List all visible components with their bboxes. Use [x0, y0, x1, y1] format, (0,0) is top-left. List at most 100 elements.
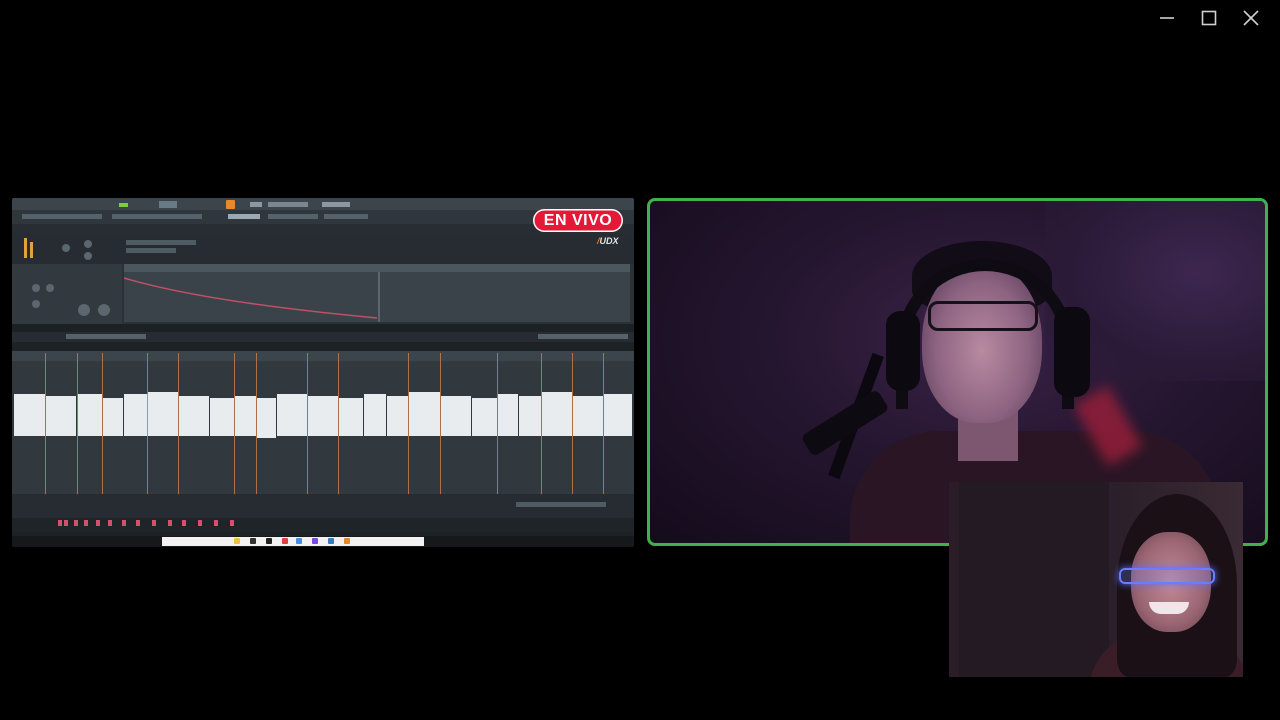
audio-clip — [179, 396, 209, 436]
daw-knob — [62, 244, 70, 252]
clip-boundary — [102, 353, 103, 494]
clip-boundary — [147, 353, 148, 494]
taskbar-search-box[interactable] — [162, 537, 424, 546]
minimize-button[interactable] — [1146, 6, 1188, 30]
audio-clip — [124, 394, 148, 436]
taskbar-app-icon[interactable] — [296, 538, 302, 544]
daw-toolbar-group — [22, 214, 102, 219]
headphone-cup-right — [1054, 307, 1090, 397]
audio-clip — [14, 394, 45, 436]
daw-meter — [30, 242, 33, 258]
daw-status-area — [12, 494, 634, 518]
daw-tempo-display — [159, 201, 177, 208]
audio-clip — [277, 394, 307, 436]
sequencer-step — [74, 520, 78, 526]
clip-boundary — [572, 353, 573, 494]
audio-clip — [472, 398, 497, 436]
daw-automation-graph — [123, 272, 630, 322]
maximize-icon — [1201, 10, 1217, 26]
taskbar-app-icon[interactable] — [234, 538, 240, 544]
audio-clip — [364, 394, 386, 436]
daw-toolbar-group — [66, 334, 146, 339]
clip-boundary — [497, 353, 498, 494]
daw-control — [322, 202, 350, 207]
daw-channel-panel — [12, 234, 634, 264]
daw-toolbar-group — [324, 214, 368, 219]
audio-clip — [409, 392, 440, 436]
window-controls — [1146, 6, 1272, 30]
clip-boundary — [307, 353, 308, 494]
participant-video-pip[interactable] — [949, 482, 1243, 677]
audio-clip — [257, 398, 276, 438]
daw-meter — [24, 238, 27, 258]
taskbar-app-icon[interactable] — [282, 538, 288, 544]
background-door — [959, 482, 1109, 677]
sequencer-step — [84, 520, 88, 526]
clip-boundary — [178, 353, 179, 494]
daw-menubar — [12, 198, 634, 210]
sequencer-step — [198, 520, 202, 526]
automation-curve — [123, 272, 380, 322]
daw-knob — [84, 252, 92, 260]
audio-clip — [604, 394, 632, 436]
daw-automation-panel — [12, 264, 634, 324]
daw-control — [250, 202, 262, 207]
clip-boundary — [440, 353, 441, 494]
close-button[interactable] — [1230, 6, 1272, 30]
sequencer-step — [168, 520, 172, 526]
taskbar-app-icon[interactable] — [328, 538, 334, 544]
daw-plugin-strip — [126, 240, 196, 245]
taskbar-app-icon[interactable] — [312, 538, 318, 544]
daw-knob — [32, 300, 40, 308]
daw-slider — [268, 202, 308, 207]
screen-share-tile[interactable]: EN VIVO /UDX — [12, 198, 634, 547]
daw-knob — [32, 284, 40, 292]
desktop-taskbar — [12, 536, 634, 547]
clip-boundary — [408, 353, 409, 494]
glasses — [1119, 568, 1215, 584]
sequencer-step — [214, 520, 218, 526]
sequencer-step — [122, 520, 126, 526]
audio-clip — [103, 398, 123, 436]
smile — [1149, 602, 1189, 614]
audio-clip — [519, 396, 541, 436]
daw-knob — [46, 284, 54, 292]
daw-automation-ruler — [124, 264, 630, 272]
live-badge: EN VIVO — [533, 209, 623, 232]
taskbar-app-icon[interactable] — [266, 538, 272, 544]
sequencer-step — [230, 520, 234, 526]
close-icon — [1243, 10, 1259, 26]
audio-clip — [339, 398, 363, 436]
taskbar-app-icon[interactable] — [250, 538, 256, 544]
audio-clip — [148, 392, 178, 436]
maximize-button[interactable] — [1188, 6, 1230, 30]
clip-boundary — [234, 353, 235, 494]
clip-boundary — [77, 353, 78, 494]
sequencer-step — [136, 520, 140, 526]
daw-automation-controls — [12, 264, 122, 324]
clip-boundary — [45, 353, 46, 494]
daw-knob — [84, 240, 92, 248]
daw-toolbar-group — [112, 214, 202, 219]
audio-clip — [308, 396, 338, 436]
daw-toolbar-field — [228, 214, 260, 219]
audio-clip — [210, 398, 234, 436]
audio-clip — [387, 396, 408, 436]
audio-clip — [441, 396, 471, 436]
headphone-cup-left — [886, 311, 920, 391]
daw-divider — [12, 324, 634, 332]
sequencer-step — [108, 520, 112, 526]
daw-step-sequencer — [12, 518, 634, 532]
clip-boundary — [338, 353, 339, 494]
sequencer-step — [96, 520, 100, 526]
taskbar-app-icon[interactable] — [344, 538, 350, 544]
clip-boundary — [603, 353, 604, 494]
daw-hint-text — [516, 502, 606, 507]
brand-logo: /UDX — [597, 236, 619, 246]
daw-knob — [78, 304, 90, 316]
clip-boundary — [256, 353, 257, 494]
clip-boundary — [541, 353, 542, 494]
daw-app-icon — [226, 200, 235, 209]
daw-indicator — [119, 203, 128, 207]
audio-clip — [46, 396, 76, 436]
